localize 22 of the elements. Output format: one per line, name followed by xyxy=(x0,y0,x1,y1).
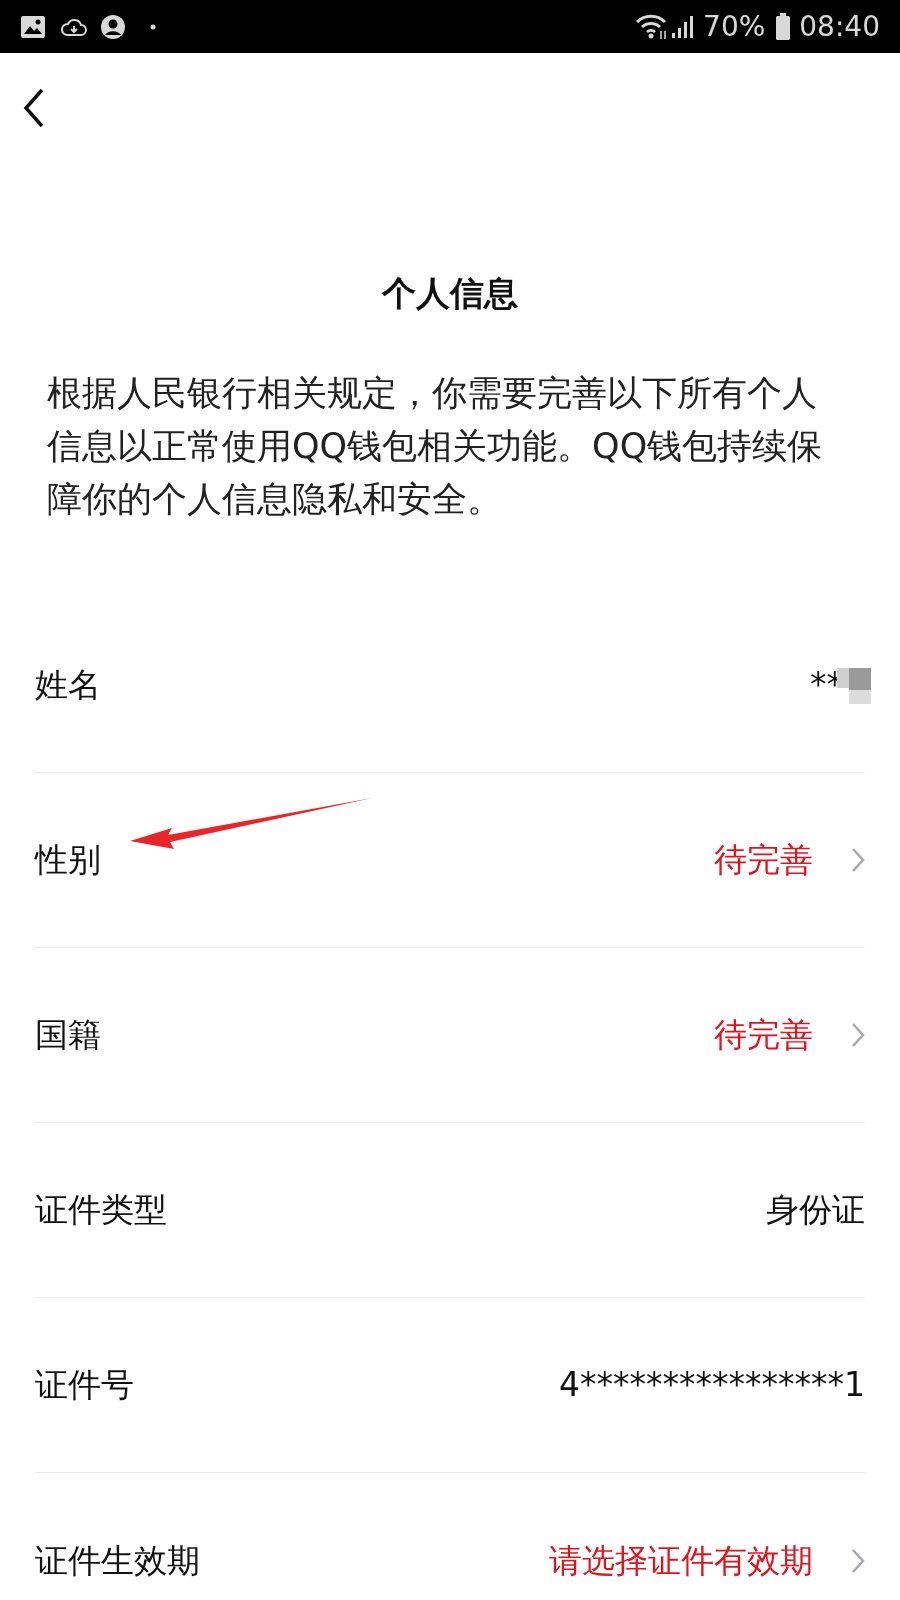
battery-icon xyxy=(775,12,792,41)
battery-percentage: 70% xyxy=(703,8,766,45)
row-label: 证件类型 xyxy=(35,1189,167,1232)
account-icon xyxy=(100,13,126,40)
clock: 08:40 xyxy=(799,8,880,45)
image-icon xyxy=(20,14,46,39)
row-label: 证件生效期 xyxy=(35,1539,200,1582)
row-label: 姓名 xyxy=(35,664,101,707)
signal-icon xyxy=(671,14,696,39)
row-value: 4****************1 xyxy=(559,1364,865,1407)
pending-value: 待完善 xyxy=(714,1014,813,1057)
pending-value: 请选择证件有效期 xyxy=(549,1539,813,1582)
info-row[interactable]: 证件生效期 请选择证件有效期 xyxy=(35,1473,865,1600)
description-text: 根据人民银行相关规定，你需要完善以下所有个人信息以正常使用QQ钱包相关功能。QQ钱包持续保障你的个人信息隐私和安全。 xyxy=(47,372,824,521)
row-label: 证件号 xyxy=(35,1364,134,1407)
row-label: 国籍 xyxy=(35,1014,101,1057)
pending-value: 待完善 xyxy=(714,839,813,882)
row-label: 性别 xyxy=(35,839,101,882)
page-title: 个人信息 xyxy=(382,272,518,315)
dot-icon xyxy=(150,23,156,30)
info-row[interactable]: 国籍 待完善 xyxy=(35,948,865,1123)
row-value: 身份证 xyxy=(766,1189,865,1232)
